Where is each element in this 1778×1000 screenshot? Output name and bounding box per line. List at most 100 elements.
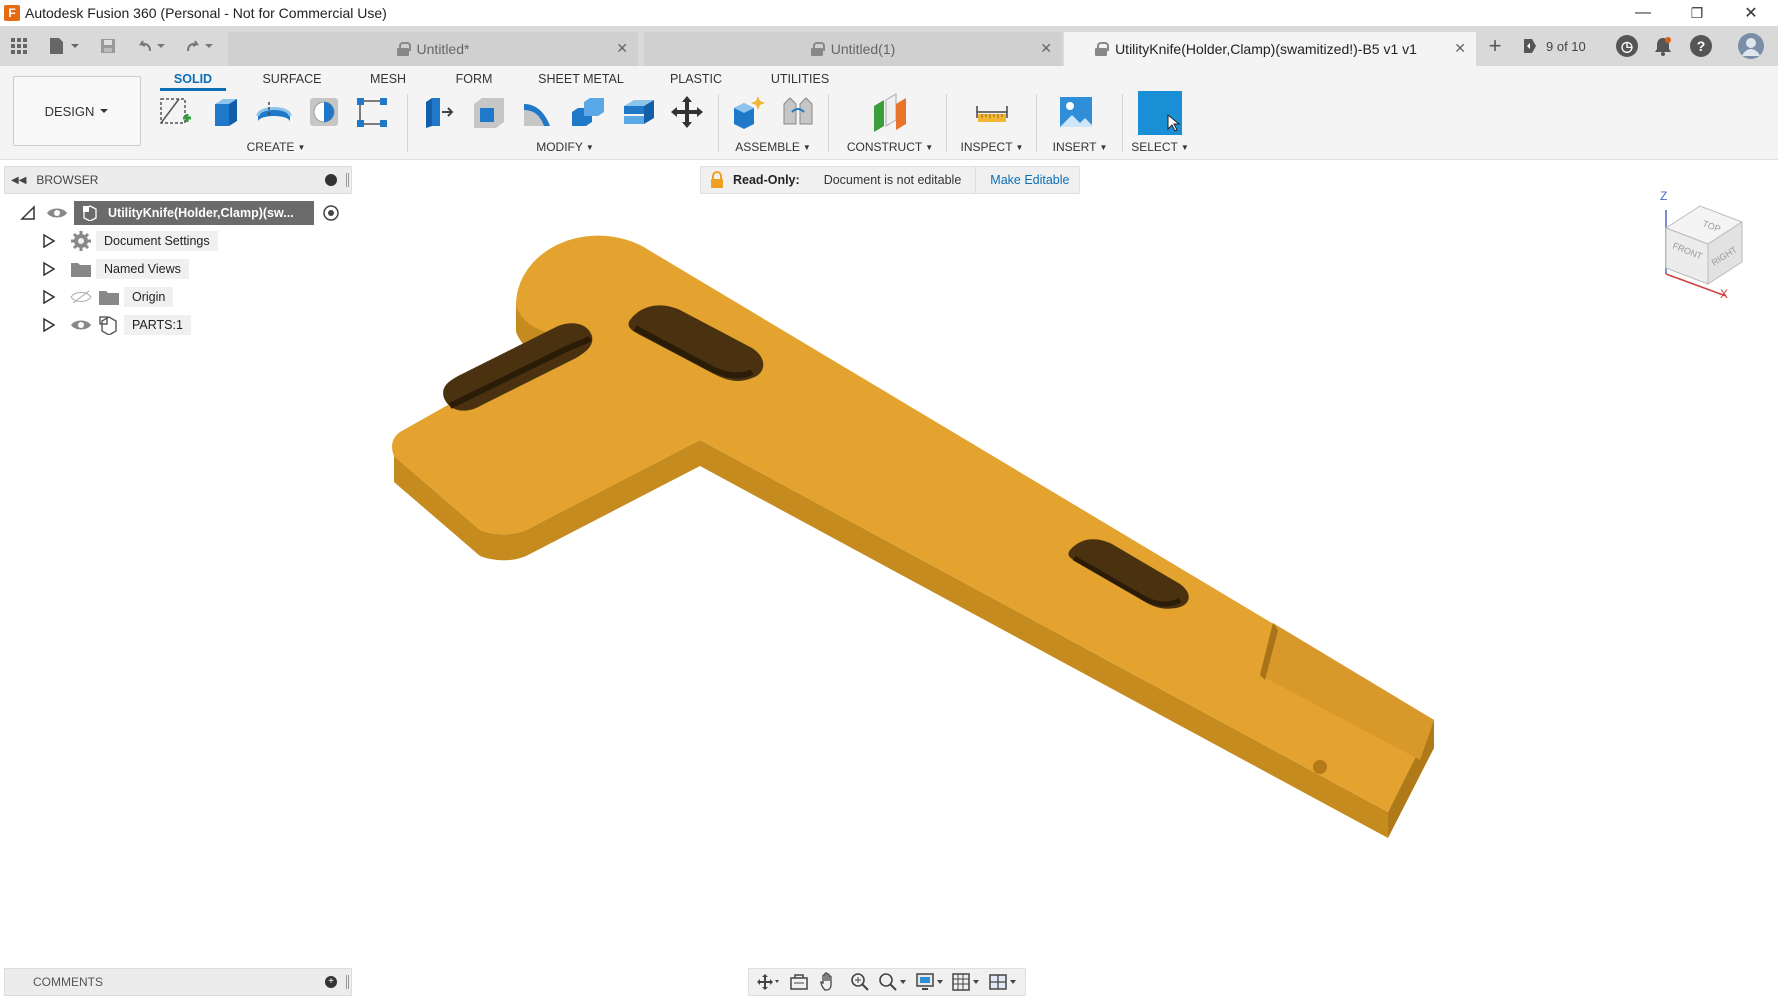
browser-item-parts[interactable]: PARTS:1 bbox=[42, 313, 191, 337]
zoom-icon[interactable] bbox=[846, 972, 874, 992]
close-tab-icon[interactable]: ✕ bbox=[616, 40, 628, 57]
close-window-button[interactable]: ✕ bbox=[1724, 0, 1778, 26]
create-sketch-tool[interactable] bbox=[155, 92, 195, 132]
measure-tool[interactable] bbox=[972, 92, 1012, 132]
inspect-menu[interactable]: INSPECT ▼ bbox=[952, 139, 1032, 155]
move-copy-tool[interactable] bbox=[667, 92, 707, 132]
history-clock-icon[interactable]: ◷ bbox=[1616, 34, 1638, 58]
select-tool[interactable] bbox=[1138, 91, 1182, 135]
tab-form[interactable]: FORM bbox=[446, 68, 502, 90]
grid-snaps-icon[interactable] bbox=[949, 972, 983, 992]
tab-surface[interactable]: SURFACE bbox=[254, 68, 330, 90]
extrude-tool[interactable] bbox=[205, 92, 245, 132]
press-pull-tool[interactable] bbox=[418, 92, 458, 132]
eye-icon[interactable] bbox=[46, 205, 68, 221]
browser-panel-header[interactable]: ◀◀ BROWSER bbox=[4, 166, 352, 194]
toolbar-divider bbox=[946, 94, 947, 152]
tab-mesh[interactable]: MESH bbox=[360, 68, 416, 90]
select-menu[interactable]: SELECT ▼ bbox=[1120, 139, 1200, 155]
root-node-label-box[interactable]: UtilityKnife(Holder,Clamp)(sw... bbox=[74, 201, 314, 225]
panel-options-icon[interactable] bbox=[325, 174, 337, 186]
chevron-down-icon: ▼ bbox=[297, 142, 306, 152]
expand-triangle-icon[interactable] bbox=[42, 317, 56, 333]
fit-zoom-icon[interactable] bbox=[876, 972, 910, 992]
panel-resize-handle[interactable] bbox=[346, 975, 349, 989]
modify-menu[interactable]: MODIFY ▼ bbox=[520, 139, 610, 155]
tab-solid[interactable]: SOLID bbox=[160, 68, 226, 90]
save-icon[interactable] bbox=[96, 34, 120, 58]
job-status[interactable]: 9 of 10 bbox=[1522, 34, 1586, 58]
data-panel-grid-icon[interactable] bbox=[7, 34, 31, 58]
workspace-switcher[interactable]: DESIGN bbox=[13, 76, 141, 146]
tab-untitled-1[interactable]: Untitled(1) ✕ bbox=[644, 32, 1062, 66]
viewport-model[interactable] bbox=[380, 220, 1440, 840]
close-tab-icon[interactable]: ✕ bbox=[1040, 40, 1052, 57]
tab-utility-knife[interactable]: UtilityKnife(Holder,Clamp)(swamitized!)-… bbox=[1064, 32, 1476, 66]
expand-triangle-icon[interactable] bbox=[42, 261, 56, 277]
pan-hand-icon[interactable] bbox=[815, 972, 843, 992]
activate-radio-icon[interactable] bbox=[322, 204, 340, 222]
item-label: PARTS:1 bbox=[124, 315, 191, 335]
inspect-label: INSPECT bbox=[960, 140, 1013, 154]
expand-triangle-icon[interactable] bbox=[42, 233, 56, 249]
comments-panel-header[interactable]: COMMENTS + bbox=[4, 968, 352, 996]
redo-icon[interactable] bbox=[182, 34, 218, 58]
shell-tool[interactable] bbox=[618, 92, 658, 132]
read-only-label: Read-Only: bbox=[733, 173, 800, 187]
document-tab-bar: Untitled* ✕ Untitled(1) ✕ UtilityKnife(H… bbox=[0, 26, 1778, 66]
close-tab-icon[interactable]: ✕ bbox=[1454, 40, 1466, 57]
pattern-tool[interactable] bbox=[352, 92, 392, 132]
joint-tool[interactable] bbox=[778, 92, 818, 132]
display-settings-icon[interactable] bbox=[913, 972, 947, 992]
job-status-icon bbox=[1524, 39, 1536, 53]
expanded-triangle-icon[interactable] bbox=[20, 205, 36, 221]
insert-canvas-tool[interactable] bbox=[1056, 92, 1096, 132]
expand-triangle-icon[interactable] bbox=[42, 289, 56, 305]
offset-plane-tool[interactable] bbox=[870, 92, 910, 132]
new-tab-button[interactable]: + bbox=[1483, 33, 1507, 58]
undo-icon[interactable] bbox=[134, 34, 170, 58]
browser-root-node[interactable]: UtilityKnife(Holder,Clamp)(sw... bbox=[20, 201, 350, 225]
utility-knife-holder-body[interactable] bbox=[392, 235, 1434, 838]
look-at-icon[interactable] bbox=[785, 972, 813, 992]
tab-untitled[interactable]: Untitled* ✕ bbox=[228, 32, 638, 66]
browser-item-named-views[interactable]: Named Views bbox=[42, 257, 189, 281]
tab-plastic[interactable]: PLASTIC bbox=[660, 68, 732, 90]
revolve-tool[interactable] bbox=[254, 92, 294, 132]
construct-menu[interactable]: CONSTRUCT ▼ bbox=[840, 139, 940, 155]
chamfer-tool[interactable] bbox=[518, 92, 558, 132]
make-editable-link[interactable]: Make Editable bbox=[990, 173, 1069, 187]
eye-icon[interactable] bbox=[70, 317, 92, 333]
eye-hidden-icon[interactable] bbox=[70, 289, 92, 305]
insert-menu[interactable]: INSERT ▼ bbox=[1040, 139, 1120, 155]
restore-button[interactable]: ❐ bbox=[1670, 0, 1724, 26]
tab-sheet-metal[interactable]: SHEET METAL bbox=[532, 68, 630, 90]
add-comment-icon[interactable]: + bbox=[325, 976, 337, 988]
chevron-down-icon: ▼ bbox=[925, 142, 934, 152]
press-pull-icon bbox=[426, 98, 454, 128]
combine-tool[interactable] bbox=[568, 92, 608, 132]
view-cube[interactable]: TOP FRONT RIGHT Z X bbox=[1648, 186, 1764, 302]
help-icon[interactable]: ? bbox=[1690, 34, 1712, 58]
title-bar: F Autodesk Fusion 360 (Personal - Not fo… bbox=[0, 0, 1778, 26]
fillet-tool[interactable] bbox=[468, 92, 508, 132]
file-menu-icon[interactable] bbox=[44, 34, 84, 58]
notifications-bell-icon[interactable] bbox=[1652, 34, 1674, 58]
orbit-icon[interactable] bbox=[754, 972, 782, 992]
viewports-icon[interactable] bbox=[986, 972, 1020, 992]
browser-title: BROWSER bbox=[36, 173, 99, 187]
create-menu[interactable]: CREATE ▼ bbox=[236, 139, 316, 155]
construct-label: CONSTRUCT bbox=[846, 140, 923, 154]
user-avatar[interactable] bbox=[1738, 33, 1764, 59]
minimize-button[interactable]: — bbox=[1616, 0, 1670, 26]
new-component-tool[interactable] bbox=[728, 92, 768, 132]
panel-resize-handle[interactable] bbox=[346, 173, 349, 187]
hole-tool[interactable] bbox=[304, 92, 344, 132]
browser-item-document-settings[interactable]: Document Settings bbox=[42, 229, 218, 253]
tab-utilities[interactable]: UTILITIES bbox=[762, 68, 838, 90]
collapse-panel-icon[interactable]: ◀◀ bbox=[11, 175, 26, 186]
browser-item-origin[interactable]: Origin bbox=[42, 285, 174, 309]
chevron-down-icon: ▼ bbox=[1180, 142, 1189, 152]
read-only-message: Document is not editable bbox=[823, 173, 962, 187]
assemble-menu[interactable]: ASSEMBLE ▼ bbox=[728, 139, 818, 155]
